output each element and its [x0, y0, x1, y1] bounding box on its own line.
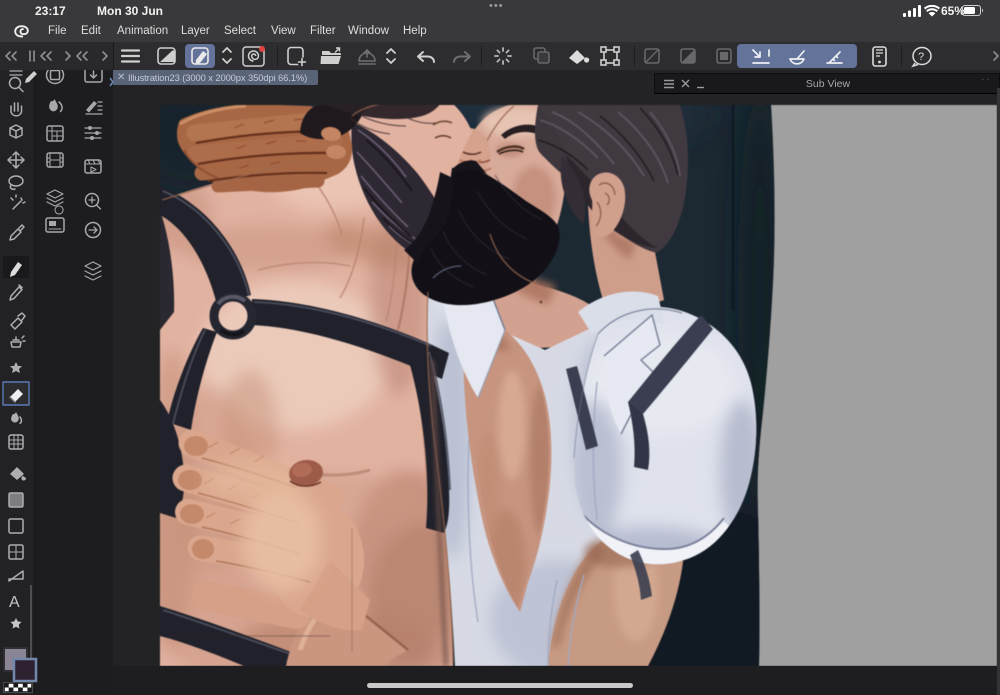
svg-text:?: ? — [918, 51, 924, 63]
svg-text:A: A — [9, 594, 20, 611]
